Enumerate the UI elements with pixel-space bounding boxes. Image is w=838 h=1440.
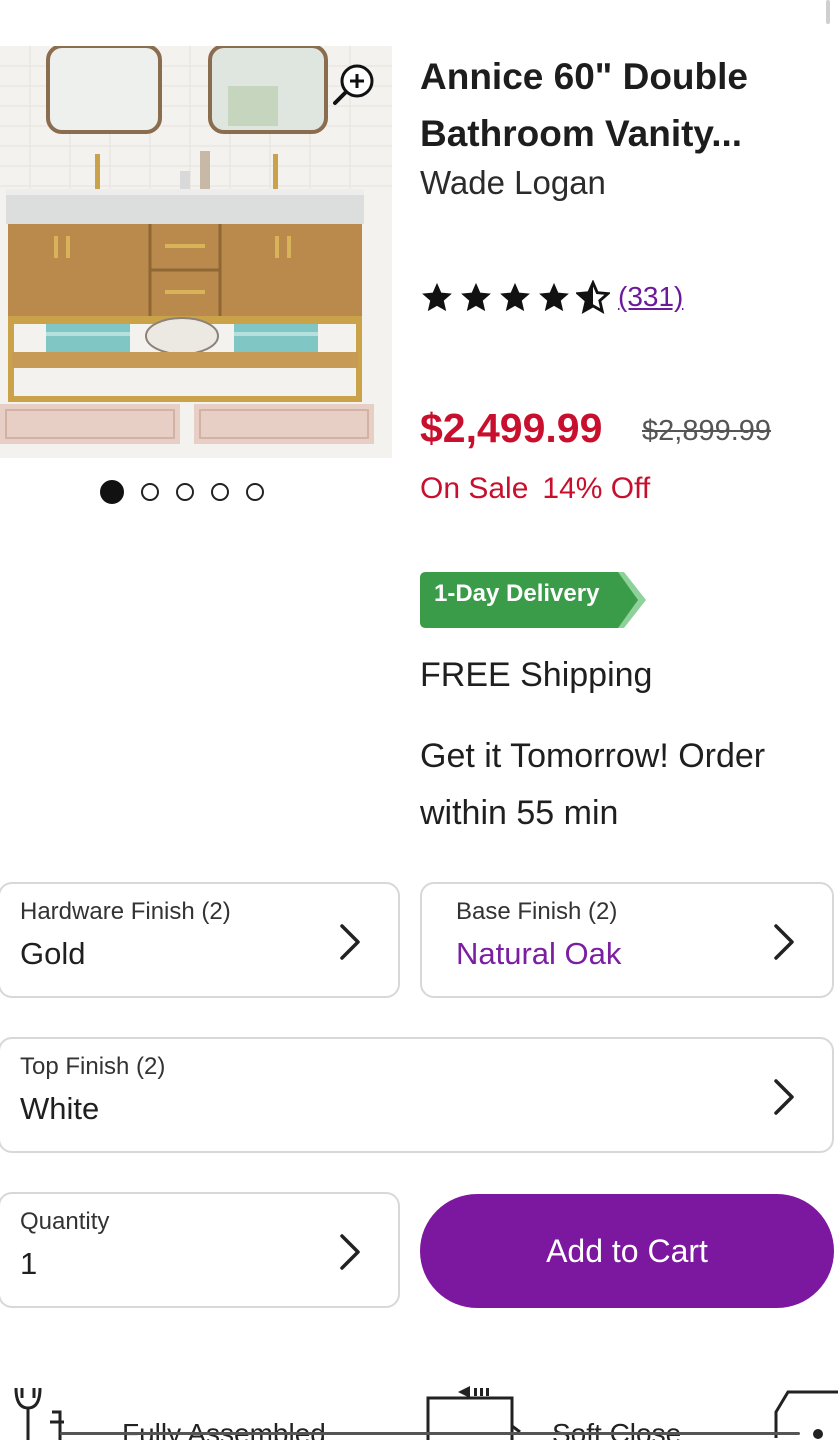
option-label: Hardware Finish (2): [20, 898, 231, 925]
chevron-right-icon: [340, 924, 360, 960]
option-value: White: [20, 1091, 100, 1126]
free-shipping-text: FREE Shipping: [420, 656, 653, 694]
carousel-dot[interactable]: [176, 483, 194, 501]
star-filled-icon: [539, 282, 569, 312]
star-rating: [420, 280, 610, 314]
option-value: Gold: [20, 936, 86, 971]
hardware-finish-selector[interactable]: Hardware Finish (2) Gold: [0, 882, 400, 998]
product-title: Annice 60" Double Bathroom Vanity...: [420, 56, 748, 154]
option-label: Base Finish (2): [456, 898, 618, 925]
feature-label: Fully Assembled: [122, 1418, 326, 1440]
top-finish-selector[interactable]: Top Finish (2) White: [0, 1037, 834, 1153]
brand-link[interactable]: Wade Logan: [420, 164, 606, 202]
sale-info: On Sale 14% Off: [420, 472, 650, 506]
review-count-link[interactable]: (331): [618, 281, 683, 313]
image-carousel-dots: [100, 480, 264, 504]
option-label: Top Finish (2): [20, 1053, 166, 1080]
feature-label: Soft Close: [552, 1418, 682, 1440]
scrollbar[interactable]: [826, 0, 830, 24]
option-value: 1: [20, 1246, 38, 1281]
chevron-right-icon: [340, 1234, 360, 1270]
rating-row: (331): [420, 280, 683, 314]
option-label: Quantity: [20, 1208, 110, 1235]
star-filled-icon: [461, 282, 491, 312]
carousel-dot[interactable]: [141, 483, 159, 501]
divider: [60, 1432, 800, 1435]
delivery-badge-label: 1-Day Delivery: [434, 580, 600, 607]
discount-label: 14% Off: [542, 472, 651, 505]
original-price: $2,899.99: [642, 415, 772, 447]
zoom-in-icon: [333, 64, 374, 105]
delivery-badge: 1-Day Delivery: [420, 572, 646, 628]
features-row: Fully Assembled Soft Close: [0, 1378, 838, 1440]
sale-price: $2,499.99: [420, 405, 603, 451]
chevron-right-icon: [774, 1079, 794, 1115]
add-to-cart-button[interactable]: Add to Cart: [420, 1194, 834, 1308]
carousel-dot[interactable]: [100, 480, 124, 504]
star-filled-icon: [422, 282, 452, 312]
carousel-dot[interactable]: [246, 483, 264, 501]
star-half-icon: [576, 280, 610, 314]
quantity-selector[interactable]: Quantity 1: [0, 1192, 400, 1308]
base-finish-selector[interactable]: Base Finish (2) Natural Oak: [420, 882, 834, 998]
star-filled-icon: [500, 282, 530, 312]
delivery-eta-text: Get it Tomorrow! Order within 55 min: [420, 737, 766, 832]
chevron-right-icon: [774, 924, 794, 960]
carousel-dot[interactable]: [211, 483, 229, 501]
option-value: Natural Oak: [456, 936, 622, 971]
zoom-button[interactable]: [330, 62, 376, 108]
sale-label: On Sale: [420, 472, 529, 505]
